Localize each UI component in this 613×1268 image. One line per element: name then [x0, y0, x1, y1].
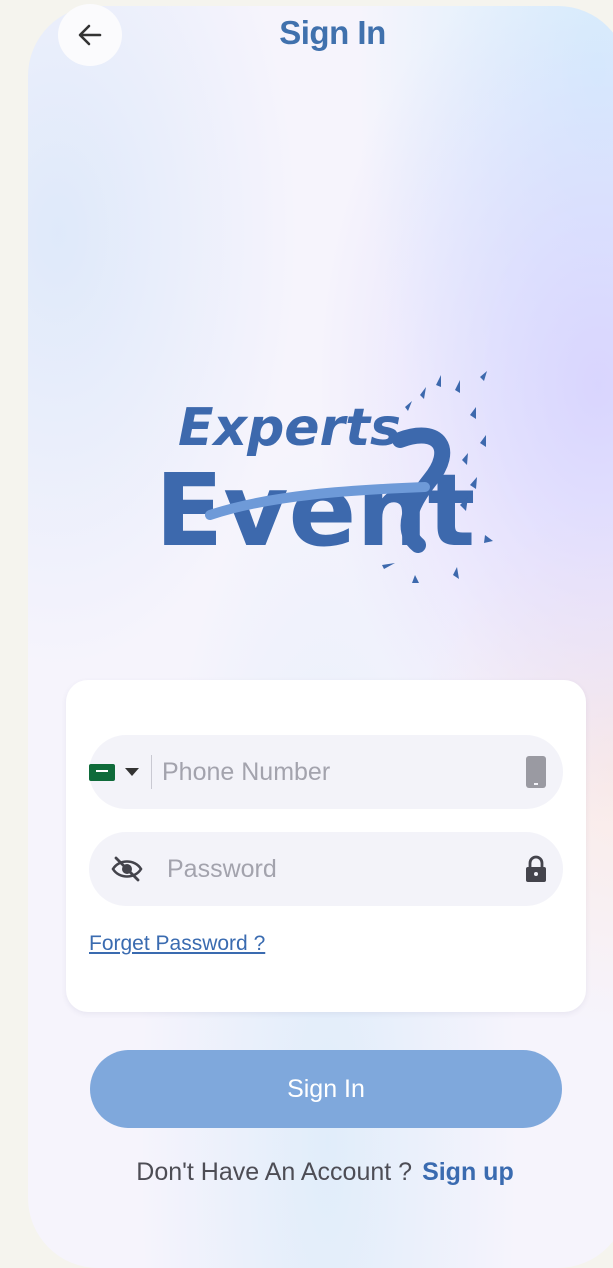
app-logo: Experts Event [155, 371, 493, 583]
sign-in-button[interactable]: Sign In [90, 1050, 562, 1128]
field-divider [151, 755, 152, 789]
password-input[interactable] [167, 854, 525, 884]
page-title: Sign In [279, 14, 386, 51]
country-code-picker[interactable] [89, 763, 139, 781]
phone-field [89, 735, 563, 809]
password-visibility-toggle[interactable] [111, 856, 143, 882]
sign-up-link[interactable]: Sign up [422, 1158, 514, 1186]
saudi-flag-icon [89, 763, 115, 781]
lock-icon [525, 855, 547, 883]
forget-password-link[interactable]: Forget Password ? [89, 932, 265, 956]
logo-line-1: Experts [178, 398, 401, 458]
logo-line-2: Event [155, 452, 475, 569]
phone-input[interactable] [162, 757, 525, 787]
chevron-down-icon [125, 768, 139, 776]
login-card: Forget Password ? [66, 680, 586, 1012]
signup-prompt: Don't Have An Account ? Sign up [0, 1158, 613, 1187]
password-field [89, 832, 563, 906]
eye-off-icon [111, 856, 143, 882]
phone-icon [525, 755, 547, 789]
no-account-text: Don't Have An Account ? [136, 1158, 413, 1186]
